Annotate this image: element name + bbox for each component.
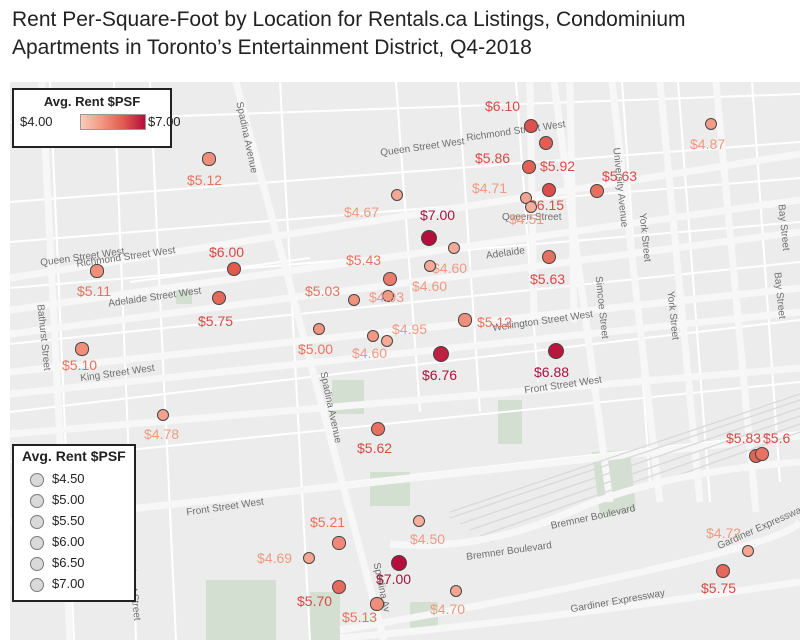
listing-price-label: $4.87	[690, 136, 726, 152]
listing-price-label: $7.00	[420, 207, 456, 223]
listing-marker[interactable]	[331, 579, 347, 595]
listing-price-label: $4.70	[430, 601, 466, 617]
listing-price-label: $5.21	[310, 514, 346, 530]
listing-price-label: $4.60	[412, 278, 448, 294]
park	[498, 400, 522, 444]
listing-price-label: $5.00	[298, 341, 334, 357]
listing-price-label: $4.69	[257, 550, 293, 566]
size-legend-label: $7.00	[52, 576, 85, 591]
listing-marker[interactable]	[458, 313, 472, 327]
listing-price-label: $5.10	[62, 357, 98, 373]
listing-price-label: $5.86	[475, 150, 511, 166]
listing-marker[interactable]	[755, 447, 769, 461]
listing-price-label: $5.6	[763, 430, 791, 446]
listing-price-label: $5.83	[726, 430, 762, 446]
listing-price-label: $5.92	[540, 158, 576, 174]
listing-price-label: $5.12	[477, 314, 513, 330]
color-legend-min: $4.00	[20, 114, 53, 129]
size-legend-label: $6.50	[52, 555, 85, 570]
size-legend-label: $5.00	[52, 492, 85, 507]
listing-marker[interactable]	[413, 515, 425, 527]
map-title: Rent Per-Square-Foot by Location for Ren…	[12, 8, 686, 59]
listing-price-label: $4.67	[344, 204, 380, 220]
listing-price-label: $5.03	[305, 283, 341, 299]
listing-marker[interactable]	[541, 249, 556, 264]
listing-price-label: $4.71	[472, 180, 508, 196]
listing-price-label: $4.72	[706, 525, 742, 541]
listing-price-label: $5.75	[198, 313, 234, 329]
listing-price-label: $6.88	[534, 364, 570, 380]
listing-price-label: $4.93	[369, 289, 405, 305]
listing-marker[interactable]	[90, 264, 104, 278]
listing-price-label: $4.51	[509, 211, 545, 227]
circle-icon	[30, 557, 44, 571]
listing-marker[interactable]	[370, 421, 385, 436]
listing-price-label: $7.00	[376, 571, 412, 587]
color-ramp	[80, 114, 146, 130]
listing-price-label: $5.63	[530, 271, 566, 287]
listing-price-label: $4.50	[410, 531, 446, 547]
size-legend-label: $4.50	[52, 471, 85, 486]
listing-price-label: $5.43	[346, 252, 382, 268]
listing-price-label: $5.70	[297, 593, 333, 609]
listing-marker[interactable]	[332, 536, 346, 550]
circle-icon	[30, 536, 44, 550]
circle-icon	[30, 578, 44, 592]
listing-marker[interactable]	[432, 345, 450, 363]
listing-price-label: $5.11	[77, 283, 111, 299]
listing-marker[interactable]	[202, 152, 216, 166]
listing-price-label: $5.75	[701, 580, 737, 596]
listing-price-label: $4.78	[144, 426, 180, 442]
listing-price-label: $5.63	[602, 168, 638, 184]
listing-marker[interactable]	[589, 183, 604, 198]
color-legend-max: $7.00	[148, 114, 181, 129]
listing-price-label: $6.76	[422, 367, 458, 383]
size-legend-label: $6.00	[52, 534, 85, 549]
listing-price-label: $5.12	[187, 172, 223, 188]
listing-price-label: $6.00	[209, 244, 245, 260]
listing-marker[interactable]	[383, 272, 397, 286]
listing-price-label: $6.10	[485, 98, 521, 114]
park	[206, 580, 276, 640]
circle-icon	[30, 473, 44, 487]
listing-price-label: $5.13	[342, 609, 378, 625]
circle-icon	[30, 515, 44, 529]
size-legend-title: Avg. Rent $PSF	[22, 448, 126, 464]
listing-price-label: $4.60	[432, 260, 468, 276]
color-legend: Avg. Rent $PSF $4.00 $7.00	[12, 88, 181, 148]
color-legend-title: Avg. Rent $PSF	[43, 94, 141, 109]
listing-marker[interactable]	[75, 342, 89, 356]
listing-price-label: $4.60	[352, 345, 388, 361]
circle-icon	[30, 494, 44, 508]
size-legend-label: $5.50	[52, 513, 85, 528]
listing-price-label: $5.62	[357, 440, 393, 456]
listing-price-label: $4.95	[392, 321, 428, 337]
size-legend: Avg. Rent $PSF $4.50 $5.00 $5.50 $6.00 $…	[12, 444, 136, 602]
